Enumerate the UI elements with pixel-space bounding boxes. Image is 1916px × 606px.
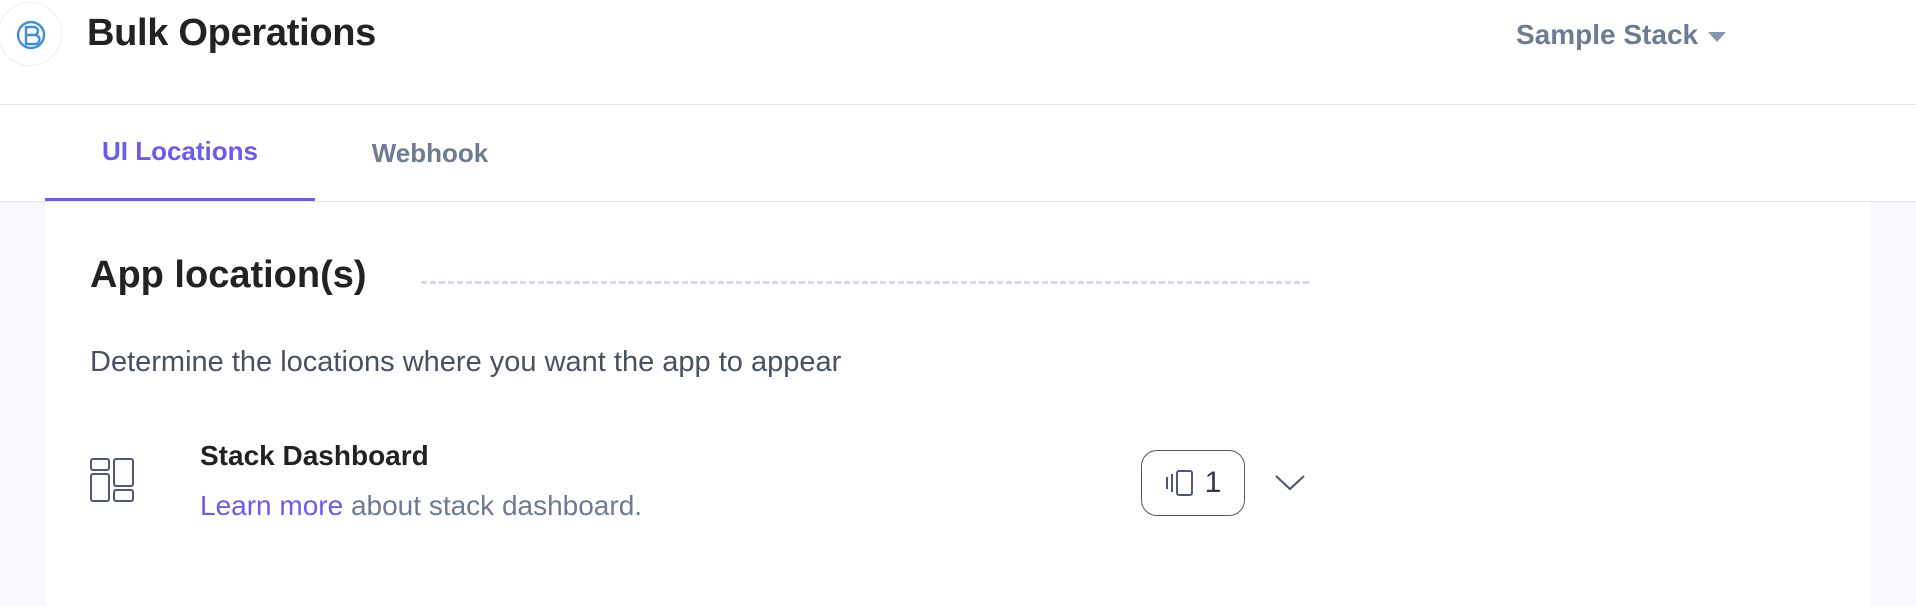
widget-icon [1165, 470, 1193, 496]
section-title: App location(s) [90, 254, 367, 296]
dashboard-icon [90, 458, 134, 502]
caret-down-icon [1708, 31, 1727, 42]
app-title: Bulk Operations [87, 12, 376, 54]
learn-more-link[interactable]: Learn more [200, 490, 343, 521]
location-count: 1 [1204, 466, 1222, 499]
section-divider [421, 281, 1309, 284]
app-logo [0, 2, 62, 66]
app-logo-icon [16, 20, 46, 50]
stack-selector-value: Sample Stack [1516, 19, 1699, 50]
location-description-text: about stack dashboard. [343, 490, 643, 521]
location-description: Learn more about stack dashboard. [200, 490, 642, 522]
tab-ui-locations[interactable]: UI Locations [45, 105, 315, 201]
chevron-down-icon[interactable] [1272, 470, 1308, 494]
content-card: App location(s) Determine the locations … [45, 202, 1871, 606]
section-description: Determine the locations where you want t… [90, 346, 842, 378]
stack-selector[interactable]: Sample Stack [1516, 18, 1727, 52]
tab-bar: UI Locations Webhook [0, 105, 1916, 202]
location-count-badge[interactable]: 1 [1141, 450, 1245, 516]
location-item-stack-dashboard: Stack Dashboard Learn more about stack d… [90, 438, 1305, 528]
tab-webhook[interactable]: Webhook [340, 105, 520, 201]
app-header: Bulk Operations Sample Stack [0, 0, 1916, 105]
location-title: Stack Dashboard [200, 440, 429, 471]
